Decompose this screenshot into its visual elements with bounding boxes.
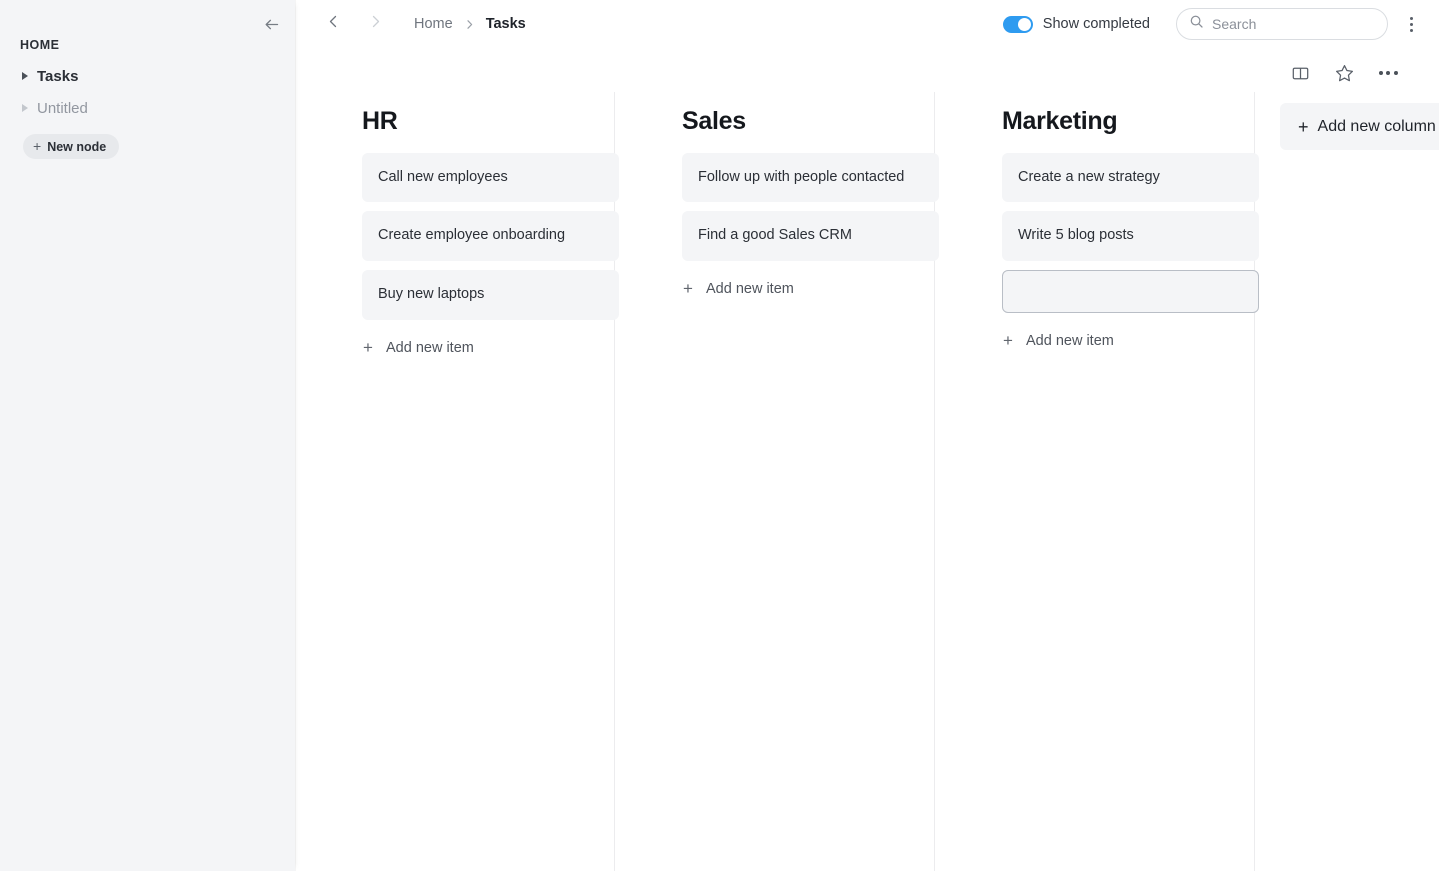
new-node-label: New node xyxy=(47,139,107,154)
more-vertical-icon[interactable] xyxy=(1395,8,1427,40)
more-horizontal-icon[interactable] xyxy=(1373,58,1403,88)
nav-back-button[interactable] xyxy=(318,9,348,39)
column-title: HR xyxy=(362,107,398,135)
nav-forward-button[interactable] xyxy=(360,9,390,39)
column-card-list: Follow up with people contacted Find a g… xyxy=(682,152,939,262)
breadcrumb: Home Tasks xyxy=(414,16,526,32)
chevron-left-icon xyxy=(325,13,342,35)
board-column-hr: HR Call new employees Create employee on… xyxy=(295,92,619,871)
kanban-board: HR Call new employees Create employee on… xyxy=(295,92,1439,871)
plus-icon: + xyxy=(1298,116,1309,137)
board-column-marketing: Marketing Create a new strategy Write 5 … xyxy=(935,92,1259,871)
search-input[interactable] xyxy=(1212,16,1375,32)
task-card[interactable]: Create employee onboarding xyxy=(362,211,619,262)
plus-icon: + xyxy=(1003,331,1013,351)
task-card[interactable]: Buy new laptops xyxy=(362,270,619,321)
main-content: Home Tasks Show completed Search HR Call… xyxy=(295,0,1439,871)
task-card[interactable]: Call new employees xyxy=(362,152,619,203)
search-box[interactable] xyxy=(1176,8,1388,40)
sidebar-item-label: Tasks xyxy=(37,67,79,85)
column-title: Sales xyxy=(682,107,746,135)
add-new-item-label: Add new item xyxy=(1026,332,1114,349)
secondary-toolbar xyxy=(1285,58,1403,88)
add-new-column-label: Add new column xyxy=(1317,117,1436,135)
chevron-right-icon xyxy=(367,13,384,35)
toggle-knob xyxy=(1017,17,1031,31)
sidebar-section-title: HOME xyxy=(20,38,60,52)
column-card-list: Call new employees Create employee onboa… xyxy=(362,152,619,321)
column-title: Marketing xyxy=(1002,107,1118,135)
new-node-button[interactable]: + New node xyxy=(23,134,120,159)
arrow-left-icon xyxy=(262,15,281,34)
chevron-right-icon xyxy=(463,18,476,31)
plus-icon: + xyxy=(683,279,693,299)
top-bar-right-controls: Show completed xyxy=(1002,0,1439,48)
show-completed-toggle[interactable]: Show completed xyxy=(1002,15,1150,33)
plus-icon: + xyxy=(33,138,42,154)
sidebar-item-tasks[interactable]: Tasks xyxy=(0,62,295,90)
add-new-item-button[interactable]: + Add new item xyxy=(1002,332,1114,349)
sidebar-item-label: Untitled xyxy=(37,99,88,117)
column-card-list: Create a new strategy Write 5 blog posts xyxy=(1002,152,1259,314)
board-column-sales: Sales Follow up with people contacted Fi… xyxy=(615,92,939,871)
star-outline-icon[interactable] xyxy=(1329,58,1359,88)
add-new-item-button[interactable]: + Add new item xyxy=(362,339,474,356)
task-card[interactable]: Write 5 blog posts xyxy=(1002,211,1259,262)
split-panel-icon[interactable] xyxy=(1285,58,1315,88)
triangle-right-icon[interactable] xyxy=(22,72,28,80)
task-card[interactable]: Create a new strategy xyxy=(1002,152,1259,203)
sidebar-collapse-button[interactable] xyxy=(257,10,285,38)
app-root: HOME Tasks Untitled + New node Home Task… xyxy=(0,0,1439,871)
show-completed-label: Show completed xyxy=(1042,16,1150,32)
breadcrumb-item-tasks[interactable]: Tasks xyxy=(486,16,526,32)
toggle-switch[interactable] xyxy=(1002,15,1033,33)
sidebar: HOME Tasks Untitled + New node xyxy=(0,0,295,871)
search-icon xyxy=(1189,14,1204,34)
triangle-right-icon[interactable] xyxy=(22,104,28,112)
add-new-column-button[interactable]: + Add new column xyxy=(1280,103,1439,150)
add-new-item-label: Add new item xyxy=(706,280,794,297)
task-card[interactable]: Find a good Sales CRM xyxy=(682,211,939,262)
sidebar-item-untitled[interactable]: Untitled xyxy=(0,94,295,122)
top-bar: Home Tasks Show completed xyxy=(295,0,1439,48)
plus-icon: + xyxy=(363,338,373,358)
add-new-item-label: Add new item xyxy=(386,339,474,356)
add-new-column-container: + Add new column xyxy=(1255,92,1439,150)
add-new-item-button[interactable]: + Add new item xyxy=(682,280,794,297)
new-task-input[interactable] xyxy=(1002,270,1259,314)
breadcrumb-item-home[interactable]: Home xyxy=(414,16,453,32)
sidebar-nav-list: Tasks Untitled xyxy=(0,62,295,122)
task-card[interactable]: Follow up with people contacted xyxy=(682,152,939,203)
